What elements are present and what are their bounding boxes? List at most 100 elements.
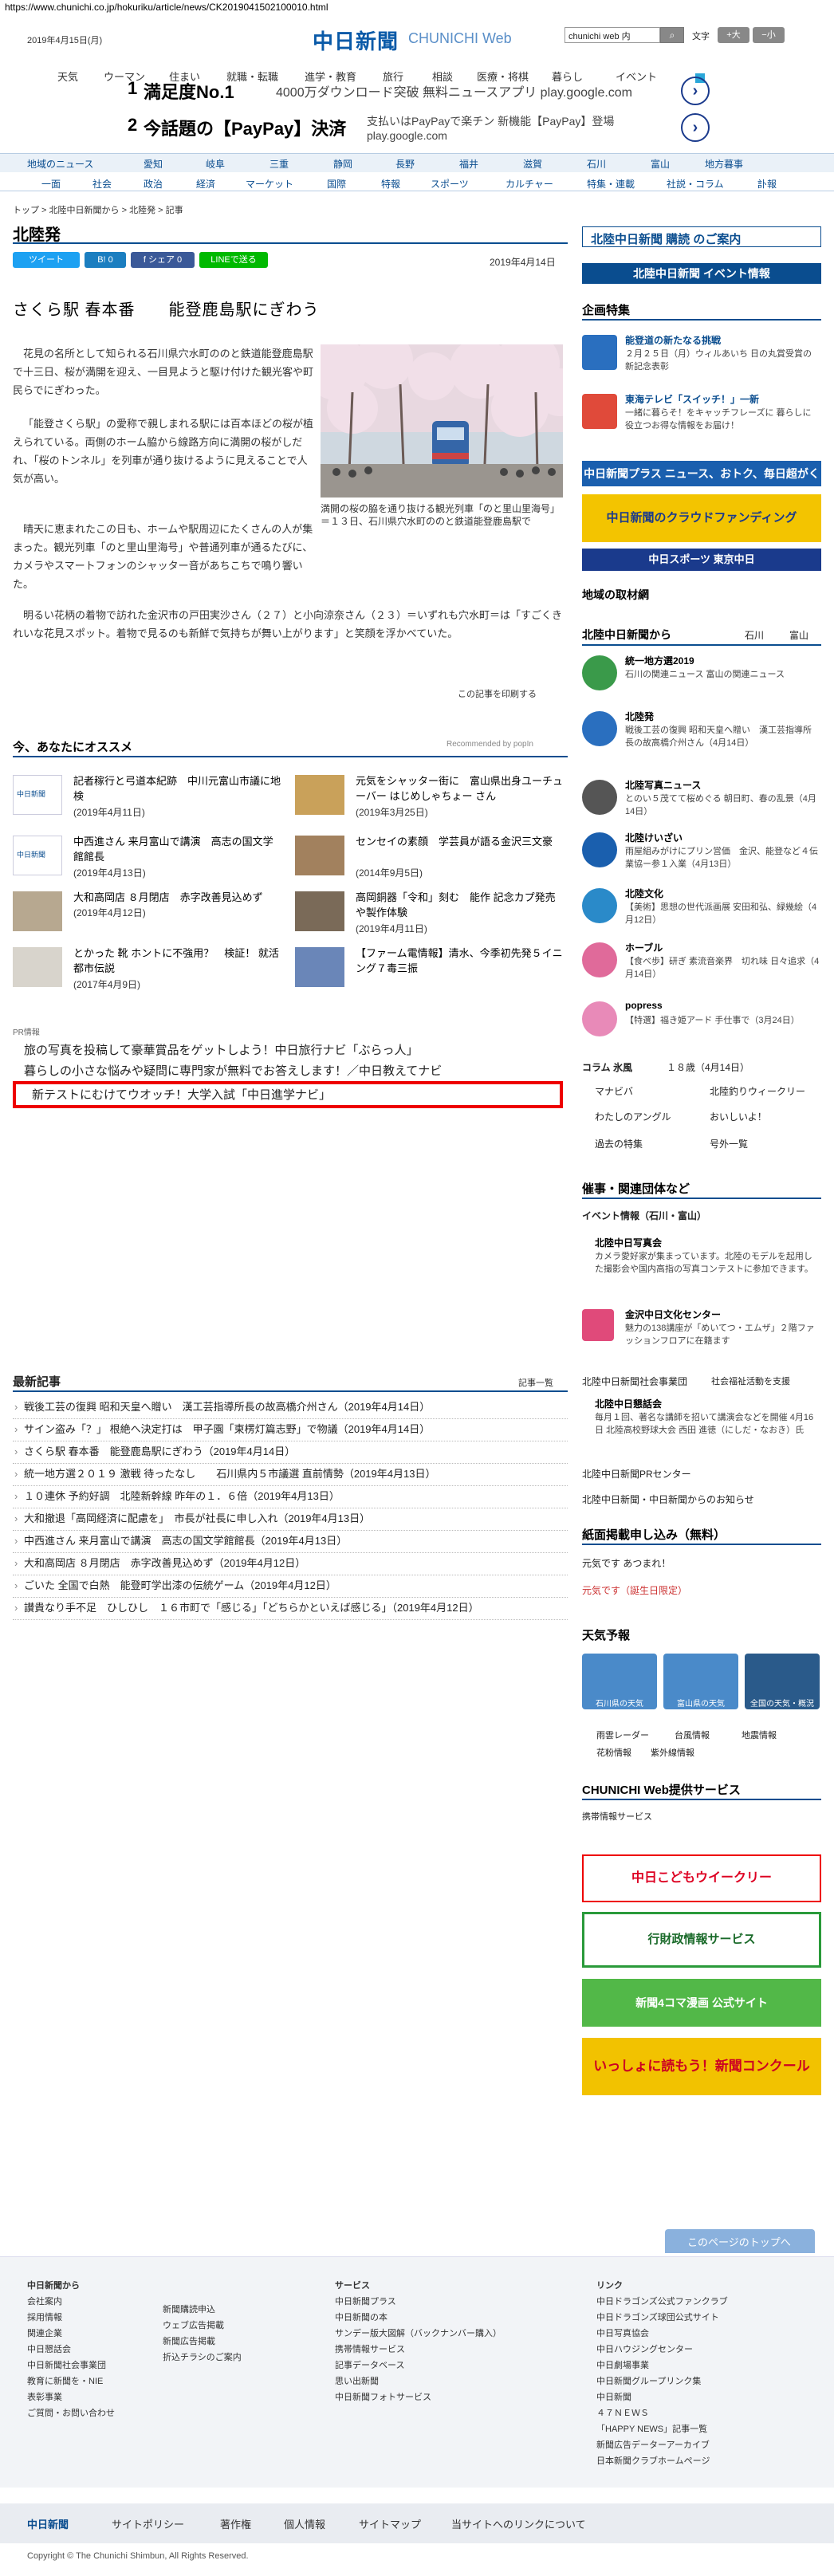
weather-link[interactable]: 雨雲レーダー xyxy=(596,1728,649,1741)
pr-link[interactable]: 新テストにむけてウオッチ！大学入試「中日進学ナビ」 xyxy=(32,1086,331,1103)
weather-link[interactable]: 花粉情報 xyxy=(596,1746,631,1759)
footer-link[interactable]: 日本新聞クラブホームページ xyxy=(596,2454,710,2467)
events-link[interactable]: イベント情報（石川・富山） xyxy=(582,1209,706,1222)
footer-link[interactable]: 折込チラシのご案内 xyxy=(163,2350,242,2363)
events-title[interactable]: 金沢中日文化センター xyxy=(625,1308,721,1321)
popin-credit[interactable]: Recommended by popIn xyxy=(447,740,533,749)
footer-bottom-link[interactable]: サイトマップ xyxy=(359,2516,421,2531)
facebook-share-button[interactable]: f シェア 0 xyxy=(131,252,195,268)
subscription-link[interactable]: 北陸中日新聞 購読 のご案内 xyxy=(582,226,821,247)
search-input[interactable]: chunichi web 内 xyxy=(565,27,660,43)
footer-bottom-link[interactable]: サイトポリシー xyxy=(112,2516,184,2531)
footer-link[interactable]: 採用情報 xyxy=(27,2311,62,2323)
text-size-small-button[interactable]: −小 xyxy=(753,27,785,43)
category-nav-item[interactable]: 経済 xyxy=(196,177,215,191)
footer-link[interactable]: 中日新聞の本 xyxy=(335,2311,387,2323)
service-link[interactable]: 携帯情報サービス xyxy=(582,1810,652,1823)
category-nav-item[interactable]: 社説・コラム xyxy=(667,177,724,191)
kikaku-title[interactable]: 能登道の新たなる挑戦 xyxy=(625,333,721,347)
recommend-item[interactable]: 【ファーム電情報】清水、今季初先発５イニング７毒三振 xyxy=(295,944,566,995)
from-item[interactable]: 統一地方選2019 石川の関連ニュース 富山の関連ニュース xyxy=(582,654,821,700)
sidebar-link[interactable]: 号外一覧 xyxy=(710,1137,748,1150)
recommend-title[interactable]: 記者稼行と弓道本紀跡 中川元富山市議に地検 xyxy=(73,773,281,804)
latest-item[interactable]: 中西進さん 来月富山で講演 高志の国文学館館長（2019年4月13日） xyxy=(13,1531,568,1553)
footer-link[interactable]: サンデー版大図解（バックナンバー購入） xyxy=(335,2326,502,2339)
line-share-button[interactable]: LINEで送る xyxy=(199,252,268,268)
footer-link[interactable]: 中日ドラゴンズ公式ファンクラブ xyxy=(596,2295,728,2307)
recommend-title[interactable]: とかった 靴 ホントに不強用？ 検証！ 就活都市伝説 xyxy=(73,946,281,976)
page-top-button[interactable]: このページのトップへ xyxy=(665,2229,815,2253)
footer-bottom-link[interactable]: 個人情報 xyxy=(284,2516,325,2531)
footer-link[interactable]: ウェブ広告掲載 xyxy=(163,2318,224,2331)
sidebar-link[interactable]: マナビバ xyxy=(595,1084,633,1098)
category-nav-item[interactable]: 国際 xyxy=(327,177,346,191)
from-link-ishikawa[interactable]: 石川 xyxy=(745,628,764,642)
region-nav-item[interactable]: 三重 xyxy=(269,157,289,171)
recommend-title[interactable]: センセイの素顔 学芸員が語る金沢三文豪 xyxy=(356,834,563,849)
hatena-button[interactable]: B! 0 xyxy=(85,252,126,268)
ad-arrow-icon[interactable]: › xyxy=(681,113,710,142)
footer-bottom-link[interactable]: 著作権 xyxy=(220,2516,251,2531)
region-nav-item[interactable]: 静岡 xyxy=(333,157,352,171)
kikaku-item[interactable]: 能登道の新たなる挑戦 ２月２５日（月）ウィルあいち 日の丸賞受賞の新記念表彰 xyxy=(582,333,821,372)
region-nav-item[interactable]: 岐阜 xyxy=(206,157,225,171)
from-item-title[interactable]: 北陸文化 xyxy=(625,887,663,900)
sidebar-link[interactable]: わたしのアングル xyxy=(595,1110,671,1123)
category-nav-item[interactable]: マーケット xyxy=(246,177,293,191)
from-item-title[interactable]: 統一地方選2019 xyxy=(625,654,694,667)
latest-item[interactable]: ごいた 全国で白熱 能登町学出漆の伝統ゲーム（2019年4月12日） xyxy=(13,1575,568,1598)
events-item[interactable]: 北陸中日懇話会 毎月１回、著名な講師を招いて講演会などを開催 4月16日 北陸高… xyxy=(582,1397,821,1453)
category-nav-item[interactable]: 政治 xyxy=(144,177,163,191)
newspaper-concours-banner[interactable]: いっしょに読もう！新聞コンクール xyxy=(582,2038,821,2095)
latest-item[interactable]: 統一地方選２０１９ 激戦 待ったなし 石川県内５市議選 直前情勢（2019年4月… xyxy=(13,1464,568,1486)
from-item-title[interactable]: 北陸発 xyxy=(625,710,654,723)
kikaku-title[interactable]: 東海テレビ「スイッチ！」一新 xyxy=(625,392,759,406)
from-item[interactable]: popress 【特選】福き姫アード 手仕事で（3月24日） xyxy=(582,1000,821,1046)
gyosei-info-banner[interactable]: 行財政情報サービス xyxy=(582,1912,821,1968)
weather-link[interactable]: 紫外線情報 xyxy=(651,1746,694,1759)
latest-more-link[interactable]: 記事一覧 xyxy=(518,1376,553,1389)
manga-banner[interactable]: 新聞4コマ漫画 公式サイト xyxy=(582,1979,821,2027)
category-nav-item[interactable]: 特集・連載 xyxy=(587,177,635,191)
region-nav-item[interactable]: 滋賀 xyxy=(523,157,542,171)
category-nav-item[interactable]: 訃報 xyxy=(757,177,777,191)
footer-link[interactable]: ご質問・お問い合わせ xyxy=(27,2406,115,2419)
latest-item[interactable]: 讃貴なり手不足 ひしひし １６市町で「感じる」「どちらかといえば感じる」（201… xyxy=(13,1598,568,1620)
region-nav-item[interactable]: 石川 xyxy=(587,157,606,171)
footer-link[interactable]: 中日懇話会 xyxy=(27,2342,71,2355)
footer-bottom-link[interactable]: 当サイトへのリンクについて xyxy=(451,2516,586,2531)
latest-item[interactable]: サイン盗み「？」 根絶へ決定打は 甲子園「柬楞灯篇志野」で物議（2019年4月1… xyxy=(13,1419,568,1441)
recommend-item[interactable]: 中日新聞 記者稼行と弓道本紀跡 中川元富山市議に地検 (2019年4月11日) xyxy=(13,772,284,823)
footer-link[interactable]: ４７ＮＥＷＳ xyxy=(596,2406,649,2419)
footer-link[interactable]: 中日劇場事業 xyxy=(596,2358,649,2371)
latest-item[interactable]: 戦後工芸の復興 昭和天皇へ贈い 漢工芸指導所長の故高橋介州さん（2019年4月1… xyxy=(13,1397,568,1419)
plus-banner[interactable]: 中日新聞プラス ニュース、おトク、毎日超がくさん xyxy=(582,461,821,505)
region-nav-item[interactable]: 愛知 xyxy=(144,157,163,171)
footer-link[interactable]: 中日新聞社会事業団 xyxy=(27,2358,106,2371)
footer-link[interactable]: 中日ドラゴンズ球団公式サイト xyxy=(596,2311,719,2323)
crowdfunding-banner[interactable]: 中日新聞のクラウドファンディング xyxy=(582,494,821,542)
footer-link[interactable]: 新聞購読申込 xyxy=(163,2303,215,2315)
weather-tile-toyama[interactable]: 富山県の天気 xyxy=(663,1654,738,1709)
kodomo-weekly-banner[interactable]: 中日こどもウイークリー xyxy=(582,1854,821,1902)
region-nav-item[interactable]: 地方暮事 xyxy=(705,157,743,171)
ad-row[interactable]: 1 満足度No.1 4000万ダウンロード突破 無料ニュースアプリ play.g… xyxy=(128,73,710,108)
sidebar-link[interactable]: おいしいよ！ xyxy=(710,1110,767,1123)
events-item[interactable]: 金沢中日文化センター 魅力の138講座が「めいてつ・エムザ」２階ファッションフロ… xyxy=(582,1308,821,1347)
recommend-title[interactable]: 中西進さん 来月富山で講演 高志の国文学館館長 xyxy=(73,834,281,864)
from-item-title[interactable]: ホーブル xyxy=(625,941,663,954)
article-photo[interactable] xyxy=(321,344,563,498)
weather-tile-national[interactable]: 全国の天気・概況 xyxy=(745,1654,820,1709)
top-nav-item[interactable]: 天気 xyxy=(57,69,78,84)
from-item[interactable]: 北陸写真ニュース とのい５茂てて桜めぐる 朝日町、春の乱景（4月14日） xyxy=(582,778,821,824)
tweet-button[interactable]: ツイート xyxy=(13,252,80,268)
footer-link[interactable]: 表彰事業 xyxy=(27,2390,62,2403)
weather-tile-ishikawa[interactable]: 石川県の天気 xyxy=(582,1654,657,1709)
recommend-item[interactable]: 高岡銅器「令和」刻む 能作 記念カプ発売や製作体験 (2019年4月11日) xyxy=(295,888,566,939)
text-size-large-button[interactable]: +大 xyxy=(718,27,749,43)
ad-row[interactable]: 2 今話題の【PayPay】決済 支払いはPayPayで楽チン 新機能【PayP… xyxy=(128,110,710,145)
category-nav-item[interactable]: 特報 xyxy=(381,177,400,191)
from-item[interactable]: ホーブル 【食べ歩】研ぎ 素流音楽界 切れ味 日々追求（4月14日） xyxy=(582,941,821,987)
footer-link[interactable]: 「HAPPY NEWS」記事一覧 xyxy=(596,2422,707,2435)
footer-link[interactable]: 記事データベース xyxy=(335,2358,404,2371)
